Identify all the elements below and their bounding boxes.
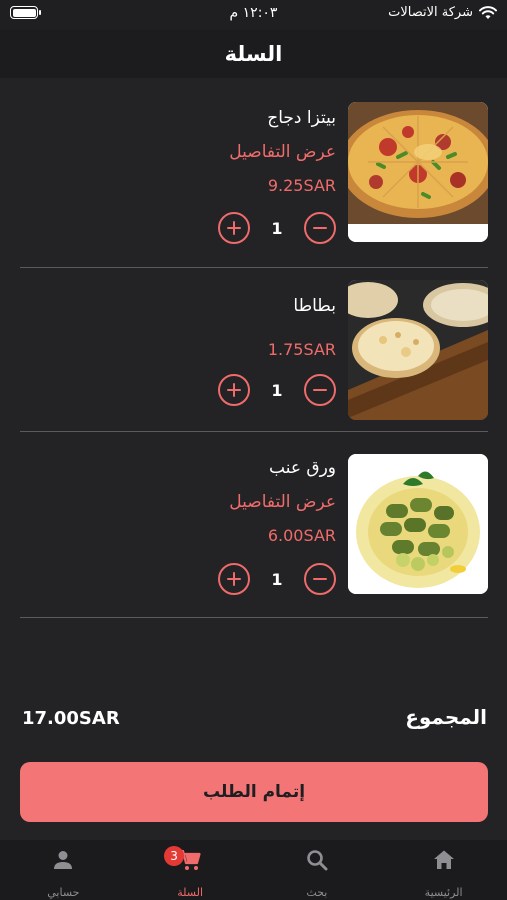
quantity-value: 1 (271, 569, 283, 589)
quantity-value: 1 (271, 218, 283, 238)
search-icon (307, 850, 328, 871)
checkout-label: إتمام الطلب (202, 782, 306, 802)
increase-quantity-button[interactable] (218, 374, 250, 406)
quantity-value: 1 (271, 380, 283, 400)
manakish-image (348, 280, 488, 420)
item-image-manakish[interactable] (348, 280, 488, 420)
item-price: 1.75SAR (267, 340, 336, 359)
cart-item: بيتزا دجاج عرض التفاصيل 9.25SAR 1 (20, 102, 488, 268)
item-name: بيتزا دجاج (267, 108, 336, 128)
carrier-label: شركة الاتصالات (388, 5, 473, 20)
grape-leaves-image (348, 454, 488, 594)
cart-item: بطاطا 1.75SAR 1 (20, 280, 488, 432)
item-name: بطاطا (293, 296, 336, 316)
item-price: 6.00SAR (267, 526, 336, 545)
decrease-quantity-button[interactable] (304, 563, 336, 595)
page-title: السلة (224, 42, 283, 66)
decrease-quantity-button[interactable] (304, 374, 336, 406)
tab-account[interactable]: حسابي (0, 840, 127, 900)
total-label: المجموع (405, 705, 487, 729)
home-icon (433, 850, 454, 869)
tab-label: بحث (306, 886, 328, 899)
tab-label: السلة (177, 886, 203, 899)
increase-quantity-button[interactable] (218, 212, 250, 244)
tab-bar: حسابي 3 السلة بحث الرئيسية (0, 840, 507, 900)
wifi-icon (479, 5, 497, 19)
cart-badge: 3 (164, 846, 185, 866)
tab-search[interactable]: بحث (254, 840, 381, 900)
pizza-image (348, 102, 488, 242)
checkout-button[interactable]: إتمام الطلب (20, 762, 488, 822)
tab-cart[interactable]: 3 السلة (127, 840, 254, 900)
tab-label: الرئيسية (424, 886, 463, 899)
cart-item: ورق عنب عرض التفاصيل 6.00SAR 1 (20, 454, 488, 618)
quantity-stepper: 1 (218, 563, 336, 595)
tab-label: حسابي (47, 886, 80, 899)
status-bar: ١٢:٠٣ م شركة الاتصالات (0, 0, 507, 30)
item-name: ورق عنب (269, 458, 336, 478)
item-image-pizza[interactable] (348, 102, 488, 242)
status-carrier: شركة الاتصالات (388, 5, 497, 20)
item-details-link[interactable]: عرض التفاصيل (229, 492, 336, 512)
item-price: 9.25SAR (267, 176, 336, 195)
quantity-stepper: 1 (218, 374, 336, 406)
tab-home[interactable]: الرئيسية (380, 840, 507, 900)
increase-quantity-button[interactable] (218, 563, 250, 595)
item-details-link[interactable]: عرض التفاصيل (229, 142, 336, 162)
quantity-stepper: 1 (218, 212, 336, 244)
person-icon (54, 851, 73, 869)
item-image-grape-leaves[interactable] (348, 454, 488, 594)
decrease-quantity-button[interactable] (304, 212, 336, 244)
total-value: 17.00SAR (22, 708, 120, 729)
cart-content: بيتزا دجاج عرض التفاصيل 9.25SAR 1 بطاطا … (0, 78, 507, 840)
header: السلة (0, 30, 507, 78)
